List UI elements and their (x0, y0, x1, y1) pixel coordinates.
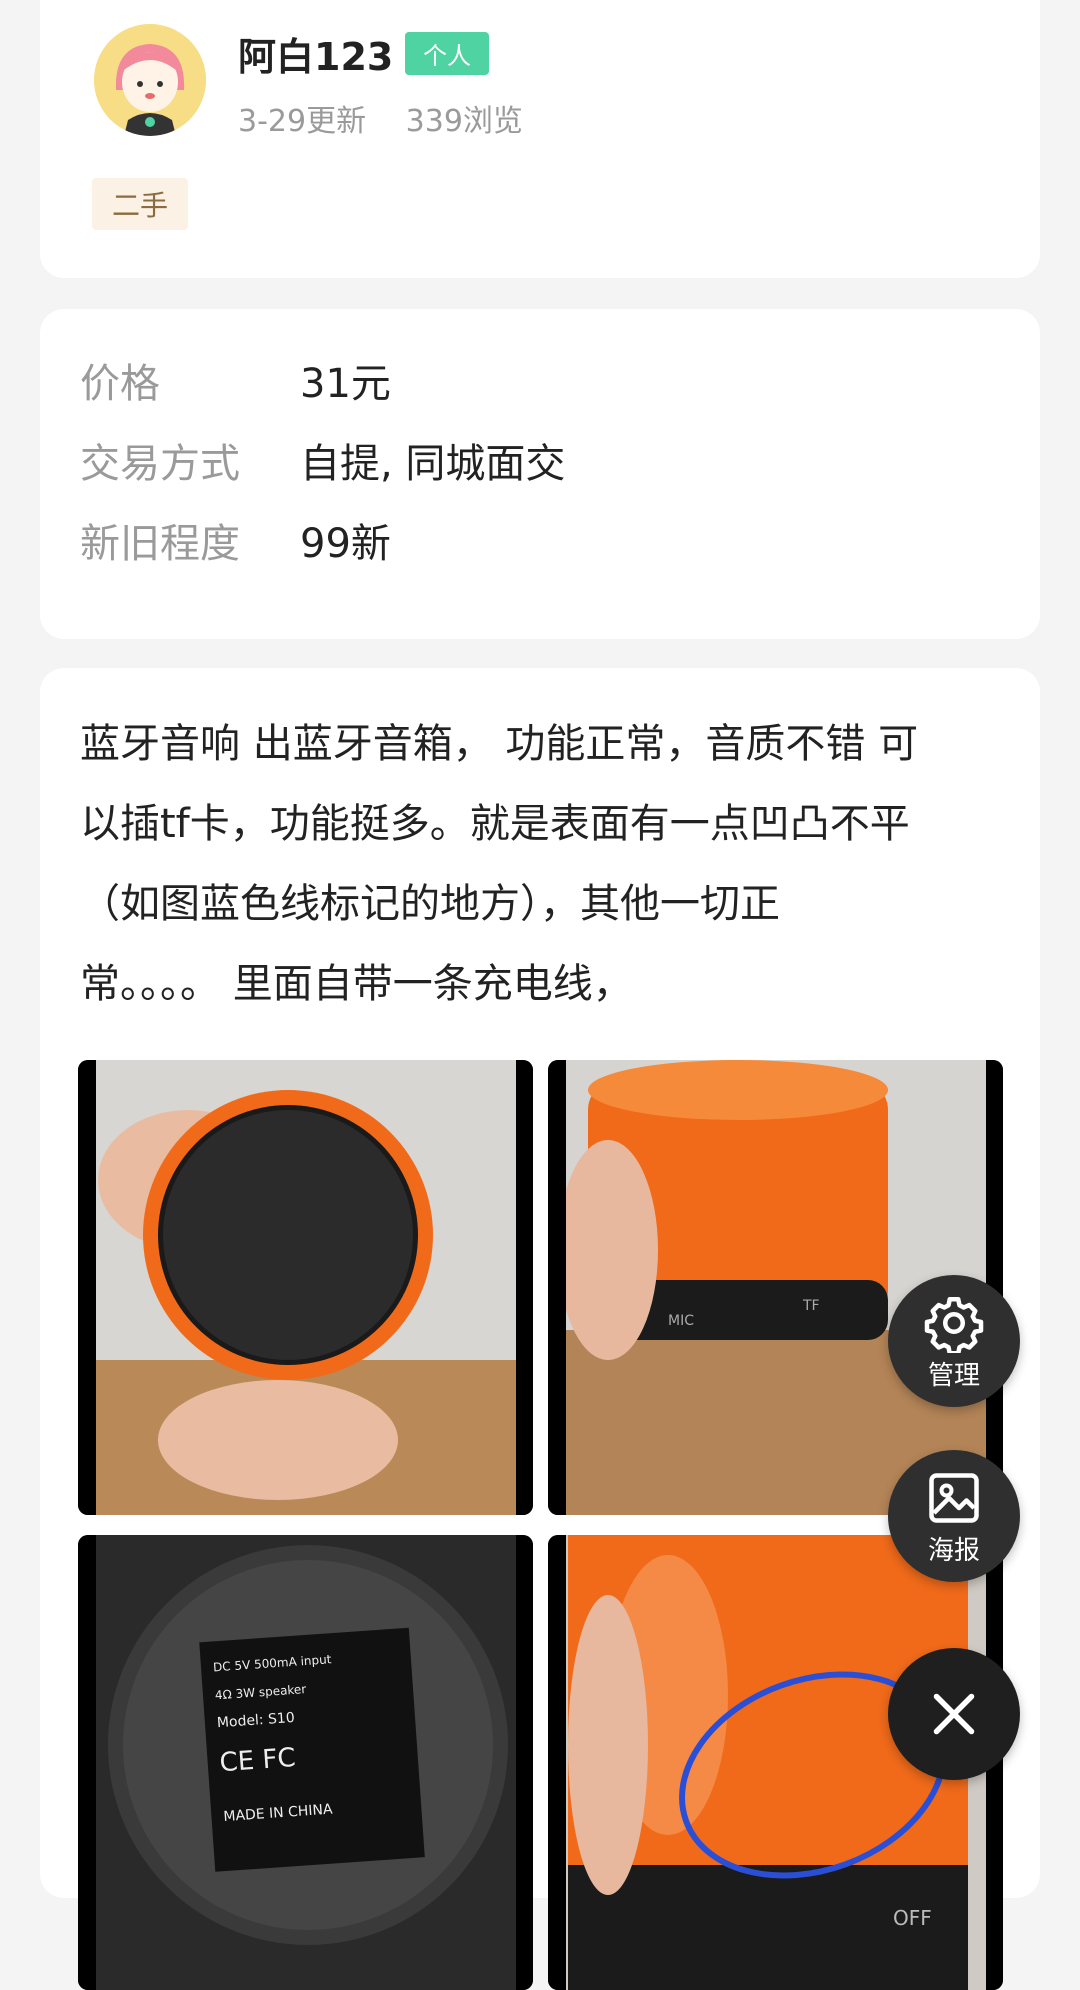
category-tag: 二手 (92, 178, 189, 230)
avatar[interactable] (94, 24, 206, 136)
manage-button[interactable]: 管理 (888, 1275, 1020, 1407)
detail-key: 交易方式 (80, 441, 240, 487)
tf-label: TF (802, 1298, 820, 1314)
mic-label: MIC (668, 1313, 694, 1329)
post-meta: 3-29更新 339浏览 (238, 96, 523, 140)
detail-row-condition: 新旧程度 99新 (80, 511, 391, 569)
detail-value: 99新 (300, 521, 391, 567)
description-line: 以插tf卡，功能挺多。就是表面有一点凹凸不平 (80, 801, 910, 847)
user-card: 阿白123 个人 3-29更新 339浏览 二手 (40, 0, 1040, 278)
detail-row-price: 价格 31元 (80, 351, 391, 409)
product-photo-3[interactable]: DC 5V 500mA input 4Ω 3W speaker Model: S… (78, 1535, 533, 1990)
cert-marks: CE FC (219, 1743, 297, 1778)
description-line: 常。。。。 里面自带一条充电线， (80, 961, 633, 1007)
updated-date: 3-29更新 (238, 104, 367, 139)
detail-value: 自提, 同城面交 (300, 441, 566, 487)
off-label: OFF (893, 1906, 932, 1930)
account-type-badge: 个人 (405, 32, 489, 75)
detail-key: 新旧程度 (80, 521, 240, 567)
detail-value: 31元 (300, 361, 391, 407)
poster-button[interactable]: 海报 (888, 1450, 1020, 1582)
description-line: 蓝牙音响 出蓝牙音箱， 功能正常，音质不错 可 (80, 721, 919, 767)
view-count: 339浏览 (405, 104, 523, 139)
close-icon (933, 1693, 975, 1735)
close-button[interactable] (888, 1648, 1020, 1780)
detail-row-trade: 交易方式 自提, 同城面交 (80, 431, 565, 489)
user-name[interactable]: 阿白123 (238, 26, 393, 81)
description-text: 蓝牙音响 出蓝牙音箱， 功能正常，音质不错 可 以插tf卡，功能挺多。就是表面有… (80, 704, 1010, 1024)
description-line: （如图蓝色线标记的地方），其他一切正 (80, 881, 780, 927)
manage-label: 管理 (927, 1361, 980, 1391)
gear-icon (924, 1297, 984, 1353)
avatar-illustration (94, 24, 206, 136)
image-icon (929, 1473, 979, 1523)
product-photo-1[interactable] (78, 1060, 533, 1515)
poster-label: 海报 (927, 1536, 980, 1566)
detail-key: 价格 (80, 361, 160, 407)
details-card: 价格 31元 交易方式 自提, 同城面交 新旧程度 99新 (40, 309, 1040, 639)
